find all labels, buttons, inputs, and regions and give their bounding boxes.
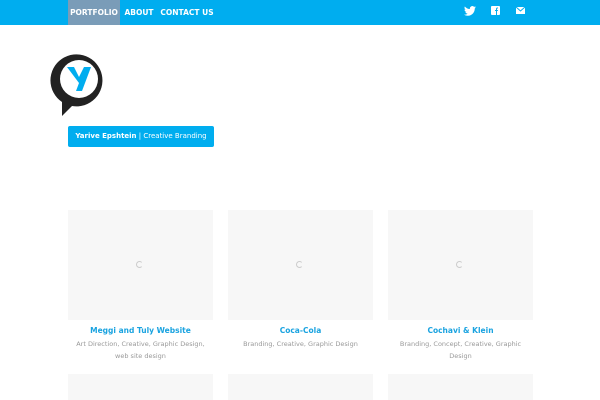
project-thumbnail[interactable] <box>68 374 213 400</box>
nav-about[interactable]: ABOUT <box>120 0 158 25</box>
project-thumbnail[interactable] <box>68 210 213 320</box>
top-nav: PORTFOLIO ABOUT CONTACT US <box>0 0 600 25</box>
nav-contact[interactable]: CONTACT US <box>158 0 216 25</box>
tagline-badge: Yarive Epshtein | Creative Branding Stud… <box>68 126 214 161</box>
project-title[interactable]: Meggi and Tuly Website <box>68 326 213 335</box>
project-thumbnail[interactable] <box>228 374 373 400</box>
logo[interactable] <box>50 50 108 116</box>
project-thumbnail[interactable] <box>388 210 533 320</box>
loading-spinner-icon <box>456 261 463 268</box>
project-card[interactable]: Cochavi & Klein Branding, Concept, Creat… <box>388 210 533 362</box>
project-categories: Branding, Creative, Graphic Design <box>243 340 358 348</box>
facebook-icon[interactable] <box>489 6 501 18</box>
nav-portfolio[interactable]: PORTFOLIO <box>68 0 120 25</box>
project-categories: Art Direction, Creative, Graphic Design,… <box>76 340 205 360</box>
tagline-name: Yarive Epshtein <box>75 132 137 140</box>
project-thumbnail[interactable] <box>228 210 373 320</box>
project-title[interactable]: Coca-Cola <box>228 326 373 335</box>
project-categories: Branding, Concept, Creative, Graphic Des… <box>399 340 522 360</box>
twitter-icon[interactable] <box>464 6 476 18</box>
project-title[interactable]: Cochavi & Klein <box>388 326 533 335</box>
loading-spinner-icon <box>296 261 303 268</box>
loading-spinner-icon <box>136 261 143 268</box>
mail-icon[interactable] <box>514 6 526 18</box>
project-card[interactable]: Meggi and Tuly Website Art Direction, Cr… <box>68 210 213 362</box>
project-card[interactable]: Coca-Cola Branding, Creative, Graphic De… <box>228 210 373 350</box>
project-thumbnail[interactable] <box>388 374 533 400</box>
